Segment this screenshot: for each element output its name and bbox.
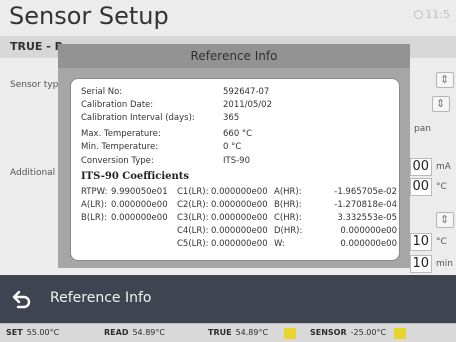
status-sensor-value: -25.00°C xyxy=(350,328,387,337)
value-unit-4: min xyxy=(436,259,453,269)
clock-display: 11:5 xyxy=(414,8,450,21)
status-read-value: 54.89°C xyxy=(132,328,165,337)
page-title: Sensor Setup xyxy=(9,2,169,30)
value-field-3[interactable]: 10 xyxy=(410,233,432,251)
coeff-value: 0.000000e00 xyxy=(211,213,268,223)
cal-interval-label: Calibration Interval (days): xyxy=(81,113,195,123)
additional-settings-label: Additional s xyxy=(10,168,63,178)
coeff-label: W: xyxy=(274,239,285,249)
coeff-value: 9.990050e01 xyxy=(111,187,168,197)
status-sensor-label: SENSOR xyxy=(310,328,347,337)
status-set: SET 55.00°C xyxy=(6,328,59,337)
additional-spinner[interactable] xyxy=(436,212,454,228)
info-panel: Serial No: 592647-07 Calibration Date: 2… xyxy=(70,78,400,261)
coeff-label: C(HR): xyxy=(274,213,302,223)
cal-date-label: Calibration Date: xyxy=(81,100,154,110)
value-unit-2: °C xyxy=(436,182,447,192)
coeff-label: B(HR): xyxy=(274,200,302,210)
true-status-flag xyxy=(284,328,296,339)
back-label[interactable]: Reference Info xyxy=(50,290,151,306)
dialog-header: Reference Info xyxy=(58,44,410,68)
coeff-value: 0.000000e00 xyxy=(111,213,168,223)
coeff-label: C3(LR): xyxy=(177,213,209,223)
status-bar: SET 55.00°C READ 54.89°C TRUE 54.89°C SENSO… xyxy=(0,323,456,342)
coeff-label: A(HR): xyxy=(274,187,302,197)
pan-label: pan xyxy=(414,124,431,134)
status-set-value: 55.00°C xyxy=(26,328,60,337)
min-temp-label: Min. Temperature: xyxy=(81,142,159,152)
status-true-value: 54.89°C xyxy=(235,328,269,337)
sensor-status-flag xyxy=(394,328,406,339)
conversion-type-value: ITS-90 xyxy=(223,156,250,166)
coeff-label: RTPW: xyxy=(81,187,108,197)
min-temp-value: 0 °C xyxy=(223,142,242,152)
coeff-value: 0.000000e00 xyxy=(211,239,268,249)
status-read: READ 54.89°C xyxy=(104,328,165,337)
serial-label: Serial No: xyxy=(81,87,123,97)
value-field-2[interactable]: 00 xyxy=(410,178,432,196)
coeff-label: C1(LR): xyxy=(177,187,209,197)
status-set-label: SET xyxy=(6,328,23,337)
status-true-label: TRUE xyxy=(208,328,232,337)
max-temp-value: 660 °C xyxy=(223,129,253,139)
back-arrow-icon xyxy=(12,290,31,309)
coeff-value: 0.000000e00 xyxy=(111,200,168,210)
coeff-value: 0.000000e00 xyxy=(340,239,397,249)
coeff-value: -1.965705e-02 xyxy=(334,187,397,197)
coeff-value: 0.000000e00 xyxy=(211,226,268,236)
back-button[interactable] xyxy=(10,287,34,311)
status-sensor: SENSOR -25.00°C xyxy=(310,328,386,337)
value-unit-3: °C xyxy=(436,237,447,247)
coeff-value: 0.000000e00 xyxy=(211,187,268,197)
max-temp-label: Max. Temperature: xyxy=(81,129,161,139)
bottom-nav-bar: Reference Info xyxy=(0,275,456,323)
reference-type-label: TRUE - R xyxy=(10,40,64,53)
sensor-type-spinner[interactable] xyxy=(436,72,454,88)
clock-icon xyxy=(414,10,424,19)
coeff-label: C2(LR): xyxy=(177,200,209,210)
status-true: TRUE 54.89°C xyxy=(208,328,268,337)
reference-info-dialog: Serial No: 592647-07 Calibration Date: 2… xyxy=(58,68,410,268)
coeff-label: C4(LR): xyxy=(177,226,209,236)
value-field-4[interactable]: 10 xyxy=(410,255,432,273)
coeff-label: D(HR): xyxy=(274,226,303,236)
cal-interval-value: 365 xyxy=(223,113,240,123)
value-unit-1: mA xyxy=(436,162,451,172)
coeff-value: 0.000000e00 xyxy=(340,226,397,236)
sensor-type-label: Sensor typ xyxy=(10,80,59,90)
coeff-value: -1.270818e-04 xyxy=(334,200,397,210)
cal-date-value: 2011/05/02 xyxy=(223,100,272,110)
coeff-label: C5(LR): xyxy=(177,239,209,249)
serial-value: 592647-07 xyxy=(223,87,270,97)
coeff-value: 3.332553e-05 xyxy=(337,213,397,223)
coeff-value: 0.000000e00 xyxy=(211,200,268,210)
coeff-label: B(LR): xyxy=(81,213,107,223)
conversion-type-label: Conversion Type: xyxy=(81,156,154,166)
coeff-label: A(LR): xyxy=(81,200,107,210)
clock-text: 11:5 xyxy=(425,8,450,21)
value-field-1[interactable]: 00 xyxy=(410,158,432,176)
dialog-title: Reference Info xyxy=(190,49,278,63)
status-read-label: READ xyxy=(104,328,129,337)
setting-spinner[interactable] xyxy=(432,96,450,112)
coefficients-title: ITS-90 Coefficients xyxy=(81,171,190,182)
